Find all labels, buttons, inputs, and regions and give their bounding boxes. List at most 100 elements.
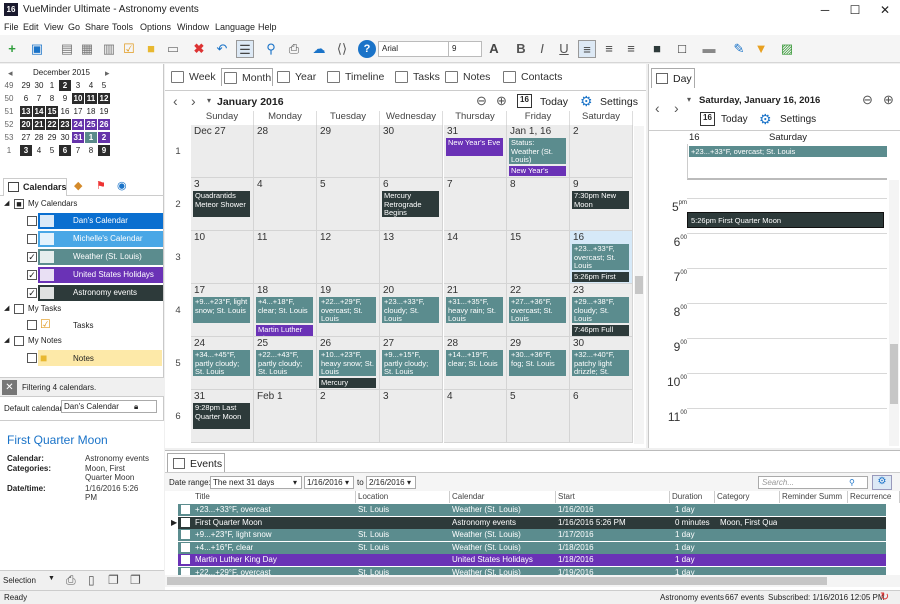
align-left-icon[interactable]: ≡	[578, 40, 596, 58]
day-cell[interactable]: 15	[507, 231, 570, 284]
column-header[interactable]: Start	[556, 491, 670, 503]
day-cell[interactable]: 25 +22...+43°F, partly cloudy; St. Louis	[254, 337, 317, 390]
font-grow-icon[interactable]: A	[485, 40, 503, 58]
mini-day[interactable]: 18	[85, 106, 97, 117]
day-cell[interactable]: Jan 1, 16 Status: Weather (St. Louis) New …	[507, 125, 570, 178]
today-icon[interactable]: 16	[517, 94, 532, 108]
calendar-event[interactable]: +32...+40°F, patchy light drizzle; St. L…	[572, 350, 629, 376]
calendar-checkbox[interactable]: ✓	[27, 288, 37, 298]
align-right-icon[interactable]: ≡	[622, 40, 640, 58]
menu-go[interactable]: Go	[68, 22, 80, 32]
my-calendars-checkbox[interactable]: ■	[14, 199, 24, 209]
mini-day[interactable]: 22	[46, 119, 58, 130]
day-cell[interactable]: Dec 27	[191, 125, 254, 178]
column-header[interactable]: Recurrence	[848, 491, 900, 503]
notes-chip[interactable]: ■ Notes	[38, 350, 162, 366]
day-cell[interactable]: 9 7:30pm New Moon	[570, 178, 633, 231]
week-number[interactable]: 5	[165, 358, 191, 369]
insert-image-icon[interactable]: ▨	[778, 40, 796, 58]
mini-day[interactable]: 30	[33, 80, 45, 91]
event-row-checkbox[interactable]	[181, 542, 190, 552]
day-cell[interactable]: 18 +4...+18°F, clear; St. Louis Martin Lut…	[254, 284, 317, 337]
sync-icon[interactable]: ▦	[78, 40, 96, 58]
week-number[interactable]: 2	[165, 199, 191, 210]
settings-icon[interactable]: ⚙	[580, 93, 593, 110]
tab-month[interactable]: Month	[221, 68, 273, 86]
mini-day[interactable]: 12	[98, 93, 110, 104]
minimize-button[interactable]: ─	[810, 0, 840, 20]
task-icon[interactable]: ☑	[120, 40, 138, 58]
fill-color-icon[interactable]: ■	[648, 40, 666, 58]
mini-day[interactable]: 21	[33, 119, 45, 130]
events-settings-icon[interactable]: ⚙	[872, 475, 892, 490]
month-scrollbar[interactable]	[634, 126, 644, 444]
calendar-event[interactable]: +29...+38°F, cloudy; St. Louis	[572, 297, 629, 323]
calendar-event[interactable]: +31...+35°F, heavy rain; St. Louis	[446, 297, 503, 323]
html-icon[interactable]: ⟨⟩	[333, 40, 351, 58]
calendar-checkbox[interactable]: ✓	[27, 252, 37, 262]
day-cell[interactable]: 7	[444, 178, 507, 231]
mini-day[interactable]: 2	[98, 132, 110, 143]
menu-language[interactable]: Language	[215, 22, 255, 32]
mini-prev-icon[interactable]: ◂	[8, 68, 13, 79]
print-details-icon[interactable]: ⎙	[66, 573, 76, 588]
mini-next-icon[interactable]: ▸	[105, 68, 110, 79]
align-center-icon[interactable]: ≡	[600, 40, 618, 58]
week-number[interactable]: 4	[165, 305, 191, 316]
mini-day[interactable]: 11	[85, 93, 97, 104]
new-window-icon[interactable]: ▣	[28, 40, 46, 58]
events-hscrollbar[interactable]	[165, 575, 900, 587]
mini-day[interactable]: 6	[20, 93, 32, 104]
day-cell[interactable]: 3 Quadrantids Meteor Shower	[191, 178, 254, 231]
day-cell[interactable]: 6 Mercury Retrograde Begins	[380, 178, 443, 231]
clear-filter-icon[interactable]: ✕	[2, 380, 17, 395]
mini-day[interactable]: 5	[46, 145, 58, 156]
mini-day[interactable]: 16	[59, 106, 71, 117]
event-row-checkbox[interactable]	[181, 530, 190, 539]
day-today-icon[interactable]: 16	[700, 112, 715, 126]
search-icon[interactable]: ⚲	[262, 40, 280, 58]
notes-checkbox[interactable]	[27, 353, 37, 363]
default-calendar-select[interactable]: Dan's Calendar 🔒︎	[61, 400, 157, 413]
day-scroll-thumb[interactable]	[890, 344, 898, 404]
column-header[interactable]: Title	[193, 491, 356, 503]
day-cell[interactable]: 8	[507, 178, 570, 231]
day-cell[interactable]: 5	[317, 178, 380, 231]
calendar-event[interactable]: +4...+18°F, clear; St. Louis	[256, 297, 313, 323]
menu-window[interactable]: Window	[177, 22, 209, 32]
mini-day[interactable]: 3	[72, 80, 84, 91]
tab-calendars[interactable]: Calendars	[3, 178, 67, 196]
to-date-input[interactable]: 2/16/2016 ▾	[366, 476, 416, 489]
tab-contacts[interactable]: Contacts	[501, 68, 562, 86]
flag-icon[interactable]: ⚑	[96, 179, 106, 192]
next-day-icon[interactable]: ›	[674, 100, 679, 116]
copy-icon[interactable]: ❐	[108, 573, 119, 587]
mini-day[interactable]: 27	[20, 132, 32, 143]
format-painter-icon[interactable]: ▼	[752, 40, 770, 58]
event-row-checkbox[interactable]	[181, 555, 190, 564]
day-scrollbar[interactable]	[889, 180, 899, 446]
menu-view[interactable]: View	[44, 22, 63, 32]
tab-events[interactable]: Events	[167, 453, 225, 472]
mini-day[interactable]: 9	[59, 93, 71, 104]
day-cell[interactable]: 19 +22...+29°F, overcast; St. Louis	[317, 284, 380, 337]
column-header[interactable]: Calendar	[450, 491, 556, 503]
mini-day[interactable]: 28	[33, 132, 45, 143]
selection-chevron-icon[interactable]: ▼	[48, 575, 55, 582]
mini-day[interactable]: 7	[33, 93, 45, 104]
calendar-item[interactable]: Astronomy events	[38, 285, 163, 301]
day-cell[interactable]: 10	[191, 231, 254, 284]
zoom-out-icon[interactable]: ⊖	[476, 93, 487, 109]
help-icon[interactable]: ?	[358, 40, 376, 58]
column-header[interactable]: Category	[715, 491, 780, 503]
week-number[interactable]: 1	[165, 146, 191, 157]
day-cell[interactable]: 5	[507, 390, 570, 443]
contact-icon[interactable]: ▭	[164, 40, 182, 58]
tab-day[interactable]: Day	[651, 68, 695, 88]
prev-month-icon[interactable]: ‹	[173, 93, 178, 109]
day-today-button[interactable]: Today	[721, 114, 748, 125]
mini-day[interactable]: 29	[46, 132, 58, 143]
mini-day[interactable]: 3	[20, 145, 32, 156]
mini-day[interactable]: 20	[20, 119, 32, 130]
my-notes-checkbox[interactable]	[14, 336, 24, 346]
